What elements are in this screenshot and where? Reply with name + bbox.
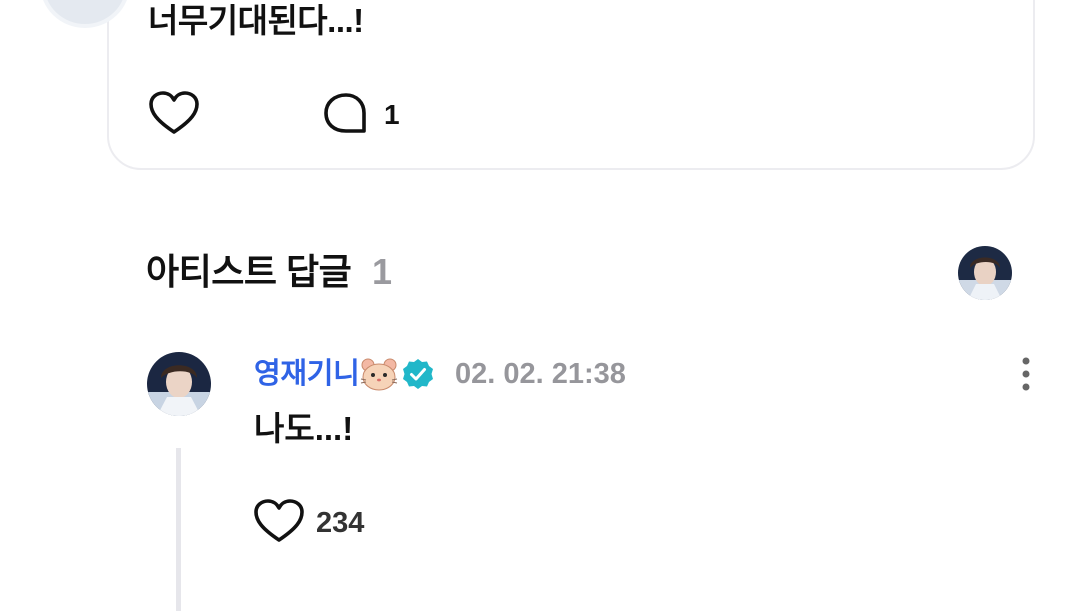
vertical-ellipsis-icon[interactable]	[1014, 355, 1038, 395]
heart-outline-icon[interactable]	[148, 90, 200, 138]
like-count: 234	[316, 507, 365, 539]
post-text: 너무기대된다...!	[148, 2, 364, 39]
thread-line	[176, 448, 181, 611]
hamster-face-icon	[360, 356, 398, 392]
reply-timestamp: 02. 02. 21:38	[455, 358, 626, 390]
artist-avatar[interactable]	[958, 246, 1012, 300]
comment-count: 1	[384, 99, 400, 130]
speech-bubble-icon[interactable]	[322, 91, 370, 137]
reply-author-avatar[interactable]	[147, 352, 211, 416]
section-title: 아티스트 답글	[146, 251, 352, 292]
section-count: 1	[372, 251, 393, 292]
reply-text: 나도...!	[254, 410, 354, 447]
heart-outline-icon[interactable]	[253, 498, 305, 546]
verified-check-icon	[402, 358, 434, 390]
reply-author-name[interactable]: 영재기니	[254, 356, 360, 392]
screen: 너무기대된다...! 1 아티스트 답글 1 영재기니 02. 02. 21:3…	[0, 0, 1080, 611]
